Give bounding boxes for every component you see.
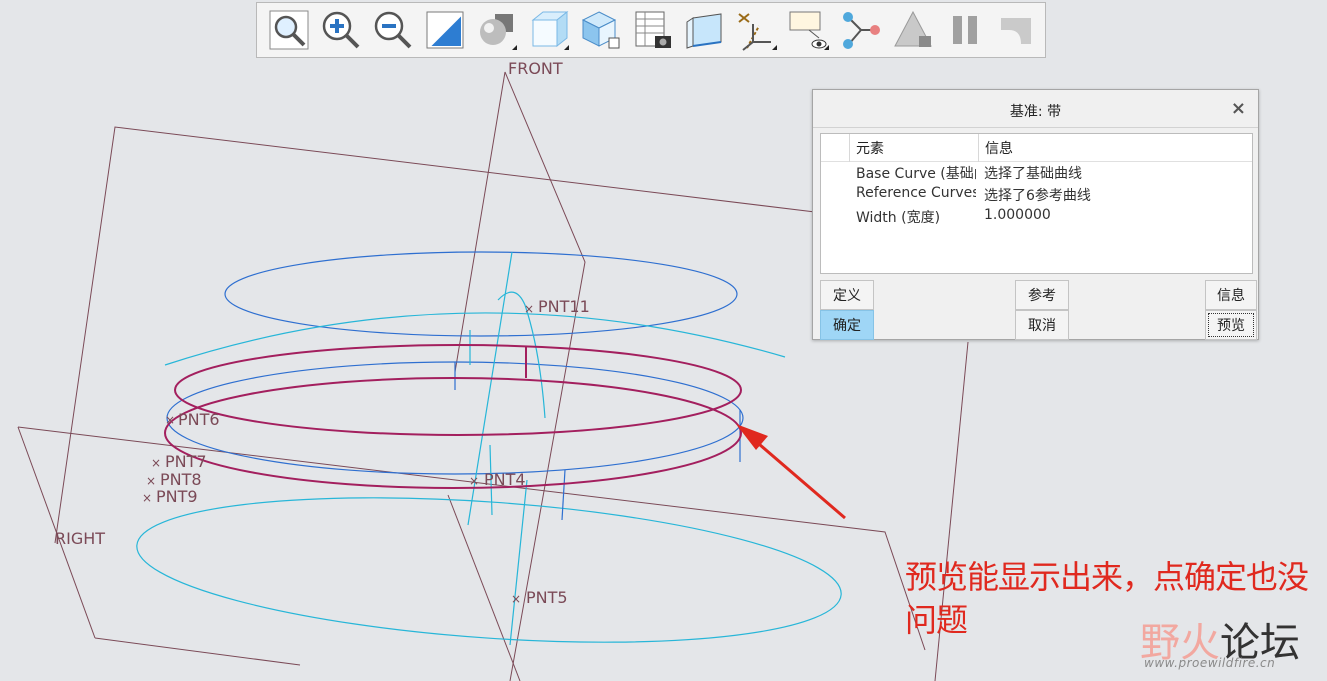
close-icon[interactable]: ×	[1231, 98, 1246, 119]
svg-text:PNT6: PNT6	[178, 410, 220, 429]
cancel-button[interactable]: 取消	[1015, 310, 1069, 340]
zoom-out-icon	[374, 11, 412, 49]
saved-orientation-button[interactable]	[575, 4, 627, 56]
dialog-title: 基准: 带	[1009, 104, 1062, 120]
regenerate-button[interactable]	[991, 4, 1043, 56]
datum-point-pnt5[interactable]: × PNT5	[511, 588, 568, 607]
view-manager-button[interactable]	[627, 4, 679, 56]
svg-text:×: ×	[142, 491, 152, 505]
annotation-display-button[interactable]	[783, 4, 835, 56]
right-plane-label: RIGHT	[55, 529, 105, 548]
svg-text:×: ×	[151, 456, 161, 470]
datum-display-button[interactable]	[731, 4, 783, 56]
element-cell: Base Curve (基础曲线)	[856, 166, 976, 182]
element-info-table: 元素 信息 Base Curve (基础曲线) 选择了基础曲线 Referenc…	[820, 133, 1253, 274]
front-plane-label: FRONT	[508, 59, 563, 78]
table-row[interactable]: Base Curve (基础曲线) 选择了基础曲线	[821, 163, 1252, 185]
cyan-curve-lower	[136, 497, 842, 643]
svg-text:×: ×	[524, 302, 534, 316]
preview-button[interactable]: 预览	[1205, 310, 1257, 340]
watermark-url: www.proewildfire.cn	[1144, 656, 1276, 670]
svg-text:PNT4: PNT4	[484, 470, 526, 489]
saved-orientation-icon	[581, 11, 620, 49]
band-feature	[164, 344, 742, 489]
display-style-button[interactable]	[523, 4, 575, 56]
datum-band-dialog: 基准: 带 × 元素 信息 Base Curve (基础曲线) 选择了基础曲线 …	[812, 89, 1259, 340]
info-button[interactable]: 信息	[1205, 280, 1257, 310]
zoom-out-button[interactable]	[367, 4, 419, 56]
element-cell: Reference Curves	[856, 185, 976, 201]
svg-text:×: ×	[511, 592, 521, 606]
pause-icon	[953, 16, 977, 44]
svg-text:PNT5: PNT5	[526, 588, 568, 607]
column-header-info: 信息	[978, 134, 1253, 162]
model-lock-button[interactable]	[887, 4, 939, 56]
spin-center-button[interactable]	[835, 4, 887, 56]
forum-watermark: 野火论坛 www.proewildfire.cn	[1140, 610, 1320, 676]
datum-point-pnt11[interactable]: × PNT11	[524, 297, 590, 316]
ok-button[interactable]: 确定	[820, 310, 874, 340]
svg-text:×: ×	[146, 474, 156, 488]
repaint-icon	[426, 11, 464, 49]
wireframe-box-icon	[686, 13, 722, 49]
datum-point-pnt9[interactable]: × PNT9	[142, 487, 198, 506]
table-row[interactable]: Width (宽度) 1.000000	[821, 207, 1252, 229]
datum-point-pnt7[interactable]: × PNT7	[151, 452, 207, 471]
table-row[interactable]: Reference Curves 选择了6参考曲线	[821, 185, 1252, 207]
info-cell: 1.000000	[984, 207, 1051, 223]
references-button[interactable]: 参考	[1015, 280, 1069, 310]
pause-button[interactable]	[939, 4, 991, 56]
svg-text:PNT9: PNT9	[156, 487, 198, 506]
graphics-toolbar	[256, 2, 1046, 58]
blue-curve-top	[224, 251, 738, 337]
svg-text:PNT7: PNT7	[165, 452, 207, 471]
svg-text:PNT11: PNT11	[538, 297, 590, 316]
zoom-in-icon	[322, 11, 360, 49]
datum-point-pnt4[interactable]: × PNT4	[469, 470, 526, 489]
render-style-button[interactable]	[471, 4, 523, 56]
info-cell: 选择了基础曲线	[984, 166, 1082, 182]
info-cell: 选择了6参考曲线	[984, 188, 1091, 204]
dialog-titlebar[interactable]: 基准: 带 ×	[813, 90, 1258, 128]
element-cell: Width (宽度)	[856, 210, 941, 226]
regenerate-icon	[1001, 18, 1031, 44]
annotation-arrow	[736, 424, 846, 520]
perspective-button[interactable]	[679, 4, 731, 56]
zoom-in-button[interactable]	[315, 4, 367, 56]
zoom-fit-button[interactable]	[263, 4, 315, 56]
spin-center-icon	[843, 12, 880, 49]
column-header-element: 元素	[849, 134, 978, 162]
svg-text:×: ×	[469, 474, 479, 488]
repaint-button[interactable]	[419, 4, 471, 56]
svg-text:×: ×	[165, 413, 175, 427]
define-button[interactable]: 定义	[820, 280, 874, 310]
zoom-fit-icon	[269, 10, 309, 50]
view-manager-icon	[635, 11, 671, 48]
model-lock-icon	[894, 10, 932, 47]
table-header: 元素 信息	[821, 134, 1252, 162]
datum-point-pnt6[interactable]: × PNT6	[165, 410, 220, 429]
